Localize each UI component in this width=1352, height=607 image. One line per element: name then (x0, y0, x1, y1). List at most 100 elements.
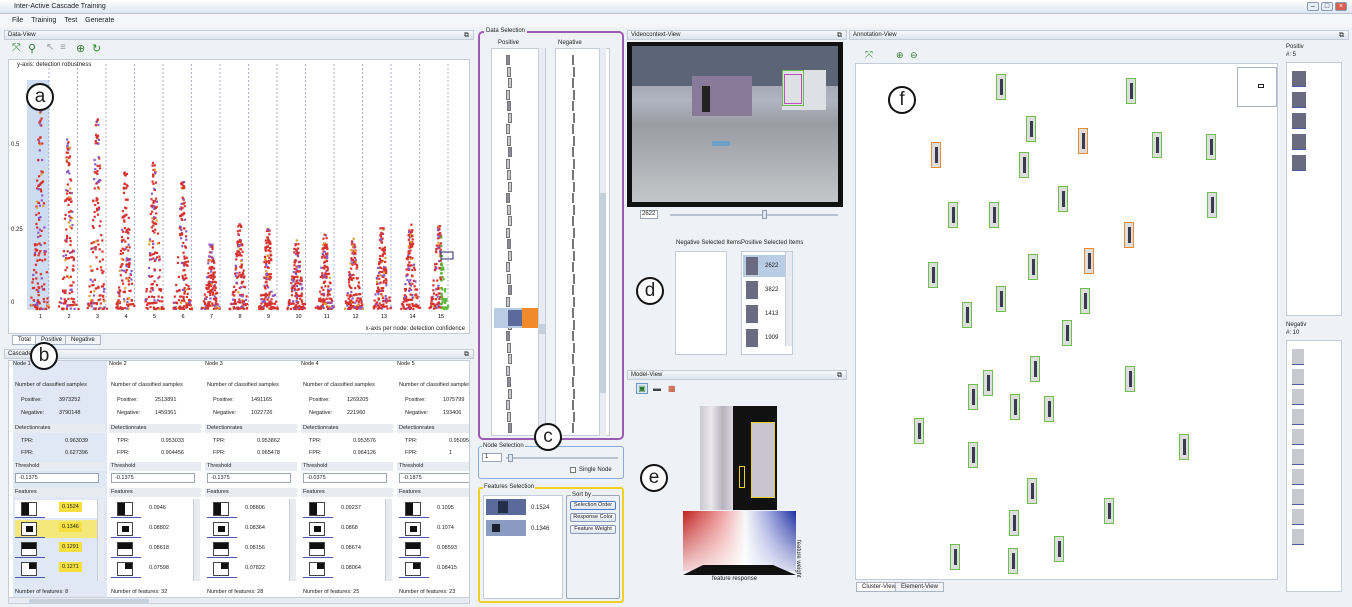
node-10-samples[interactable] (286, 239, 307, 311)
selected-item-row[interactable]: 2622 (743, 255, 785, 277)
threshold-input[interactable]: -0.1375 (207, 473, 291, 483)
positive-sample-thumb[interactable] (507, 377, 511, 387)
feature-row[interactable]: 0.0868 (303, 520, 387, 538)
negativ-sample-thumb[interactable] (1292, 349, 1304, 365)
feature-row[interactable]: 0.1271 (15, 560, 99, 578)
features-scrollbar[interactable] (385, 499, 392, 581)
cluster-sample-thumb[interactable] (1062, 320, 1072, 346)
node-6-samples[interactable] (172, 180, 193, 311)
cluster-sample-thumb[interactable] (1030, 356, 1040, 382)
refresh-icon[interactable]: ↻ (92, 42, 101, 55)
node-spinbox[interactable]: 1 (482, 453, 502, 462)
cluster-sample-thumb[interactable] (931, 142, 941, 168)
node-9-samples[interactable] (258, 228, 279, 311)
frame-slider[interactable] (670, 210, 838, 219)
data-view-plot[interactable]: 1 2 3 4 5 6 7 8 9 10 11 12 13 14 15 y-axis: detection … (8, 59, 470, 334)
positive-sample-thumb[interactable] (507, 411, 511, 422)
negative-sample-thumb[interactable] (572, 101, 574, 111)
cluster-sample-thumb[interactable] (1028, 254, 1038, 280)
scatter-plot[interactable]: 1 2 3 4 5 6 7 8 9 10 11 12 13 14 15 (9, 60, 471, 335)
negative-sample-thumb[interactable] (572, 239, 574, 249)
threshold-input[interactable]: -0.0375 (303, 473, 387, 483)
cascade-hscrollbar[interactable] (8, 597, 470, 604)
cluster-sample-thumb[interactable] (1084, 248, 1094, 274)
cluster-sample-thumb[interactable] (1152, 132, 1162, 158)
positive-sample-thumb[interactable] (508, 423, 512, 433)
cluster-canvas[interactable] (855, 63, 1278, 580)
cluster-sample-thumb[interactable] (962, 302, 972, 328)
negative-sample-thumb[interactable] (572, 400, 574, 410)
cluster-sample-thumb[interactable] (1126, 78, 1136, 104)
positiv-sample-thumb[interactable] (1292, 134, 1306, 150)
positive-sample-thumb[interactable] (508, 78, 512, 88)
menu-test[interactable]: Test (64, 17, 77, 24)
node-8-samples[interactable] (228, 223, 249, 311)
negativ-sample-thumb[interactable] (1292, 489, 1304, 505)
selected-item-row[interactable]: 1413 (743, 303, 785, 325)
feature-weight-button[interactable]: Feature Weight (570, 525, 616, 534)
positive-sample-thumb[interactable] (507, 66, 511, 77)
add-icon[interactable]: ⊕ (76, 42, 85, 55)
menu-file[interactable]: File (12, 17, 23, 24)
negative-sample-thumb[interactable] (572, 124, 574, 134)
negativ-sample-thumb[interactable] (1292, 529, 1304, 545)
cluster-sample-thumb[interactable] (1080, 288, 1090, 314)
cluster-sample-thumb[interactable] (968, 384, 978, 410)
threshold-input[interactable]: -0.1375 (15, 473, 99, 483)
positive-sample-thumb[interactable] (506, 227, 510, 238)
cluster-sample-thumb[interactable] (1124, 222, 1134, 248)
cluster-sample-thumb[interactable] (1008, 548, 1018, 574)
positive-sample-thumb[interactable] (506, 296, 510, 307)
positive-sample-thumb[interactable] (506, 400, 510, 410)
cluster-sample-thumb[interactable] (948, 202, 958, 228)
model-image-icon[interactable]: ▬ (653, 384, 661, 393)
negative-sample-thumb[interactable] (572, 377, 574, 387)
float-icon[interactable]: ⧉ (464, 31, 469, 40)
positiv-sample-thumb[interactable] (1292, 113, 1306, 129)
negative-sample-thumb[interactable] (572, 170, 574, 180)
negative-sample-thumb[interactable] (573, 411, 575, 422)
cluster-sample-thumb[interactable] (983, 370, 993, 396)
tab-negative[interactable]: Negative (65, 335, 101, 345)
negativ-sample-thumb[interactable] (1292, 449, 1304, 465)
negative-sample-thumb[interactable] (572, 308, 574, 318)
cluster-sample-thumb[interactable] (950, 544, 960, 570)
maximize-button[interactable]: □ (1321, 2, 1333, 11)
feature-row[interactable]: 0.08674 (303, 540, 387, 558)
negative-sample-thumb[interactable] (572, 55, 574, 65)
negative-sample-thumb[interactable] (572, 285, 574, 295)
selection-order-button[interactable]: Selection Order (570, 501, 616, 510)
positive-sample-thumb[interactable] (507, 204, 511, 215)
selected-features-list[interactable]: 0.1524 0.1346 (483, 495, 563, 599)
negative-sample-thumb[interactable] (573, 135, 575, 146)
positive-sample-thumb[interactable] (507, 273, 511, 284)
feature-row[interactable]: 0.1074 (399, 520, 469, 538)
negative-sample-thumb[interactable] (573, 319, 575, 330)
weight-response-map[interactable] (683, 511, 796, 571)
feature-row[interactable]: 0.09237 (303, 500, 387, 518)
cluster-sample-thumb[interactable] (996, 74, 1006, 100)
float-icon[interactable]: ⧉ (1339, 31, 1344, 40)
negative-sample-thumb[interactable] (573, 66, 575, 77)
negative-sample-thumb[interactable] (573, 365, 575, 376)
negative-sample-thumb[interactable] (573, 112, 575, 123)
selected-item-row[interactable]: 1909 (743, 327, 785, 349)
frame-spinbox[interactable]: 2622 (640, 210, 658, 219)
features-scrollbar[interactable] (193, 499, 200, 581)
feature-row[interactable]: 0.08415 (399, 560, 469, 578)
minimize-button[interactable]: – (1307, 2, 1319, 11)
fit-icon[interactable]: ⤧ (865, 50, 873, 61)
threshold-input[interactable]: -0.1875 (399, 473, 469, 483)
negativ-sample-thumb[interactable] (1292, 389, 1304, 405)
zoom-out-icon[interactable]: ⊖ (910, 50, 918, 61)
single-node-checkbox[interactable] (570, 467, 576, 473)
positive-sample-thumb[interactable] (508, 112, 512, 123)
negative-sample-thumb[interactable] (573, 250, 575, 261)
feature-row[interactable]: 0.08802 (111, 520, 195, 538)
positive-sample-thumb[interactable] (506, 193, 510, 203)
feature-row[interactable]: 0.1291 (15, 540, 99, 558)
node-14-samples[interactable] (400, 223, 422, 311)
negative-sample-thumb[interactable] (572, 147, 574, 157)
cluster-sample-thumb[interactable] (1179, 434, 1189, 460)
negative-sample-thumb[interactable] (572, 354, 574, 364)
